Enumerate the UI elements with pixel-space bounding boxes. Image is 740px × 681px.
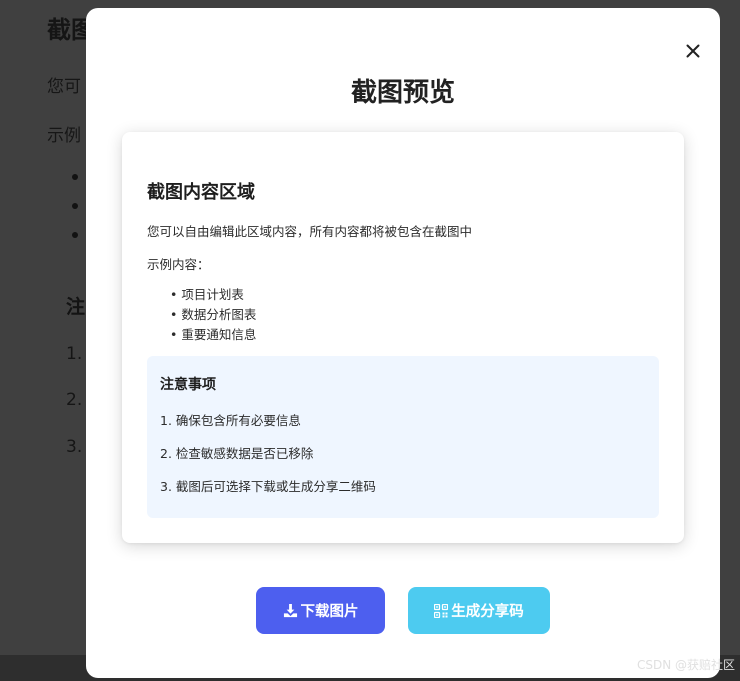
background-text-line: 示例	[47, 126, 81, 146]
generate-share-code-button[interactable]: 生成分享码	[408, 587, 550, 634]
qr-code-icon	[434, 603, 449, 618]
screenshot-content-card: 截图内容区域 您可以自由编辑此区域内容，所有内容都将被包含在截图中 示例内容： …	[122, 132, 684, 543]
list-item: 数据分析图表	[170, 305, 256, 325]
screenshot-preview-modal: 截图预览 截图内容区域 您可以自由编辑此区域内容，所有内容都将被包含在截图中 示…	[86, 8, 720, 678]
note-item: 2. 检查敏感数据是否已移除	[160, 446, 314, 461]
background-bullet	[72, 232, 78, 238]
background-list-number: 2.	[66, 390, 83, 410]
card-description: 您可以自由编辑此区域内容，所有内容都将被包含在截图中	[147, 224, 473, 239]
modal-title: 截图预览	[350, 78, 455, 108]
close-icon	[686, 44, 700, 58]
background-text-line: 您可	[47, 77, 81, 97]
example-label: 示例内容：	[147, 257, 210, 272]
list-item: 重要通知信息	[170, 325, 256, 345]
download-image-button[interactable]: 下载图片	[256, 587, 385, 634]
background-note-title: 注	[66, 296, 86, 318]
background-bullet	[72, 174, 78, 180]
download-button-label: 下载图片	[300, 604, 359, 620]
note-item: 1. 确保包含所有必要信息	[160, 413, 301, 428]
note-item: 3. 截图后可选择下载或生成分享二维码	[160, 479, 376, 494]
download-icon	[283, 603, 297, 618]
list-item: 项目计划表	[170, 285, 256, 305]
notes-box: 注意事项 1. 确保包含所有必要信息 2. 检查敏感数据是否已移除 3. 截图后…	[147, 356, 659, 518]
csdn-watermark: CSDN @获赔社区	[636, 658, 735, 672]
background-list-number: 3.	[66, 437, 83, 457]
card-title: 截图内容区域	[147, 182, 255, 203]
example-list: 项目计划表 数据分析图表 重要通知信息	[170, 285, 256, 345]
notes-title: 注意事项	[160, 377, 216, 393]
close-button[interactable]	[682, 40, 704, 62]
share-code-button-label: 生成分享码	[451, 604, 524, 620]
background-list-number: 1.	[66, 344, 83, 364]
background-bullet	[72, 203, 78, 209]
